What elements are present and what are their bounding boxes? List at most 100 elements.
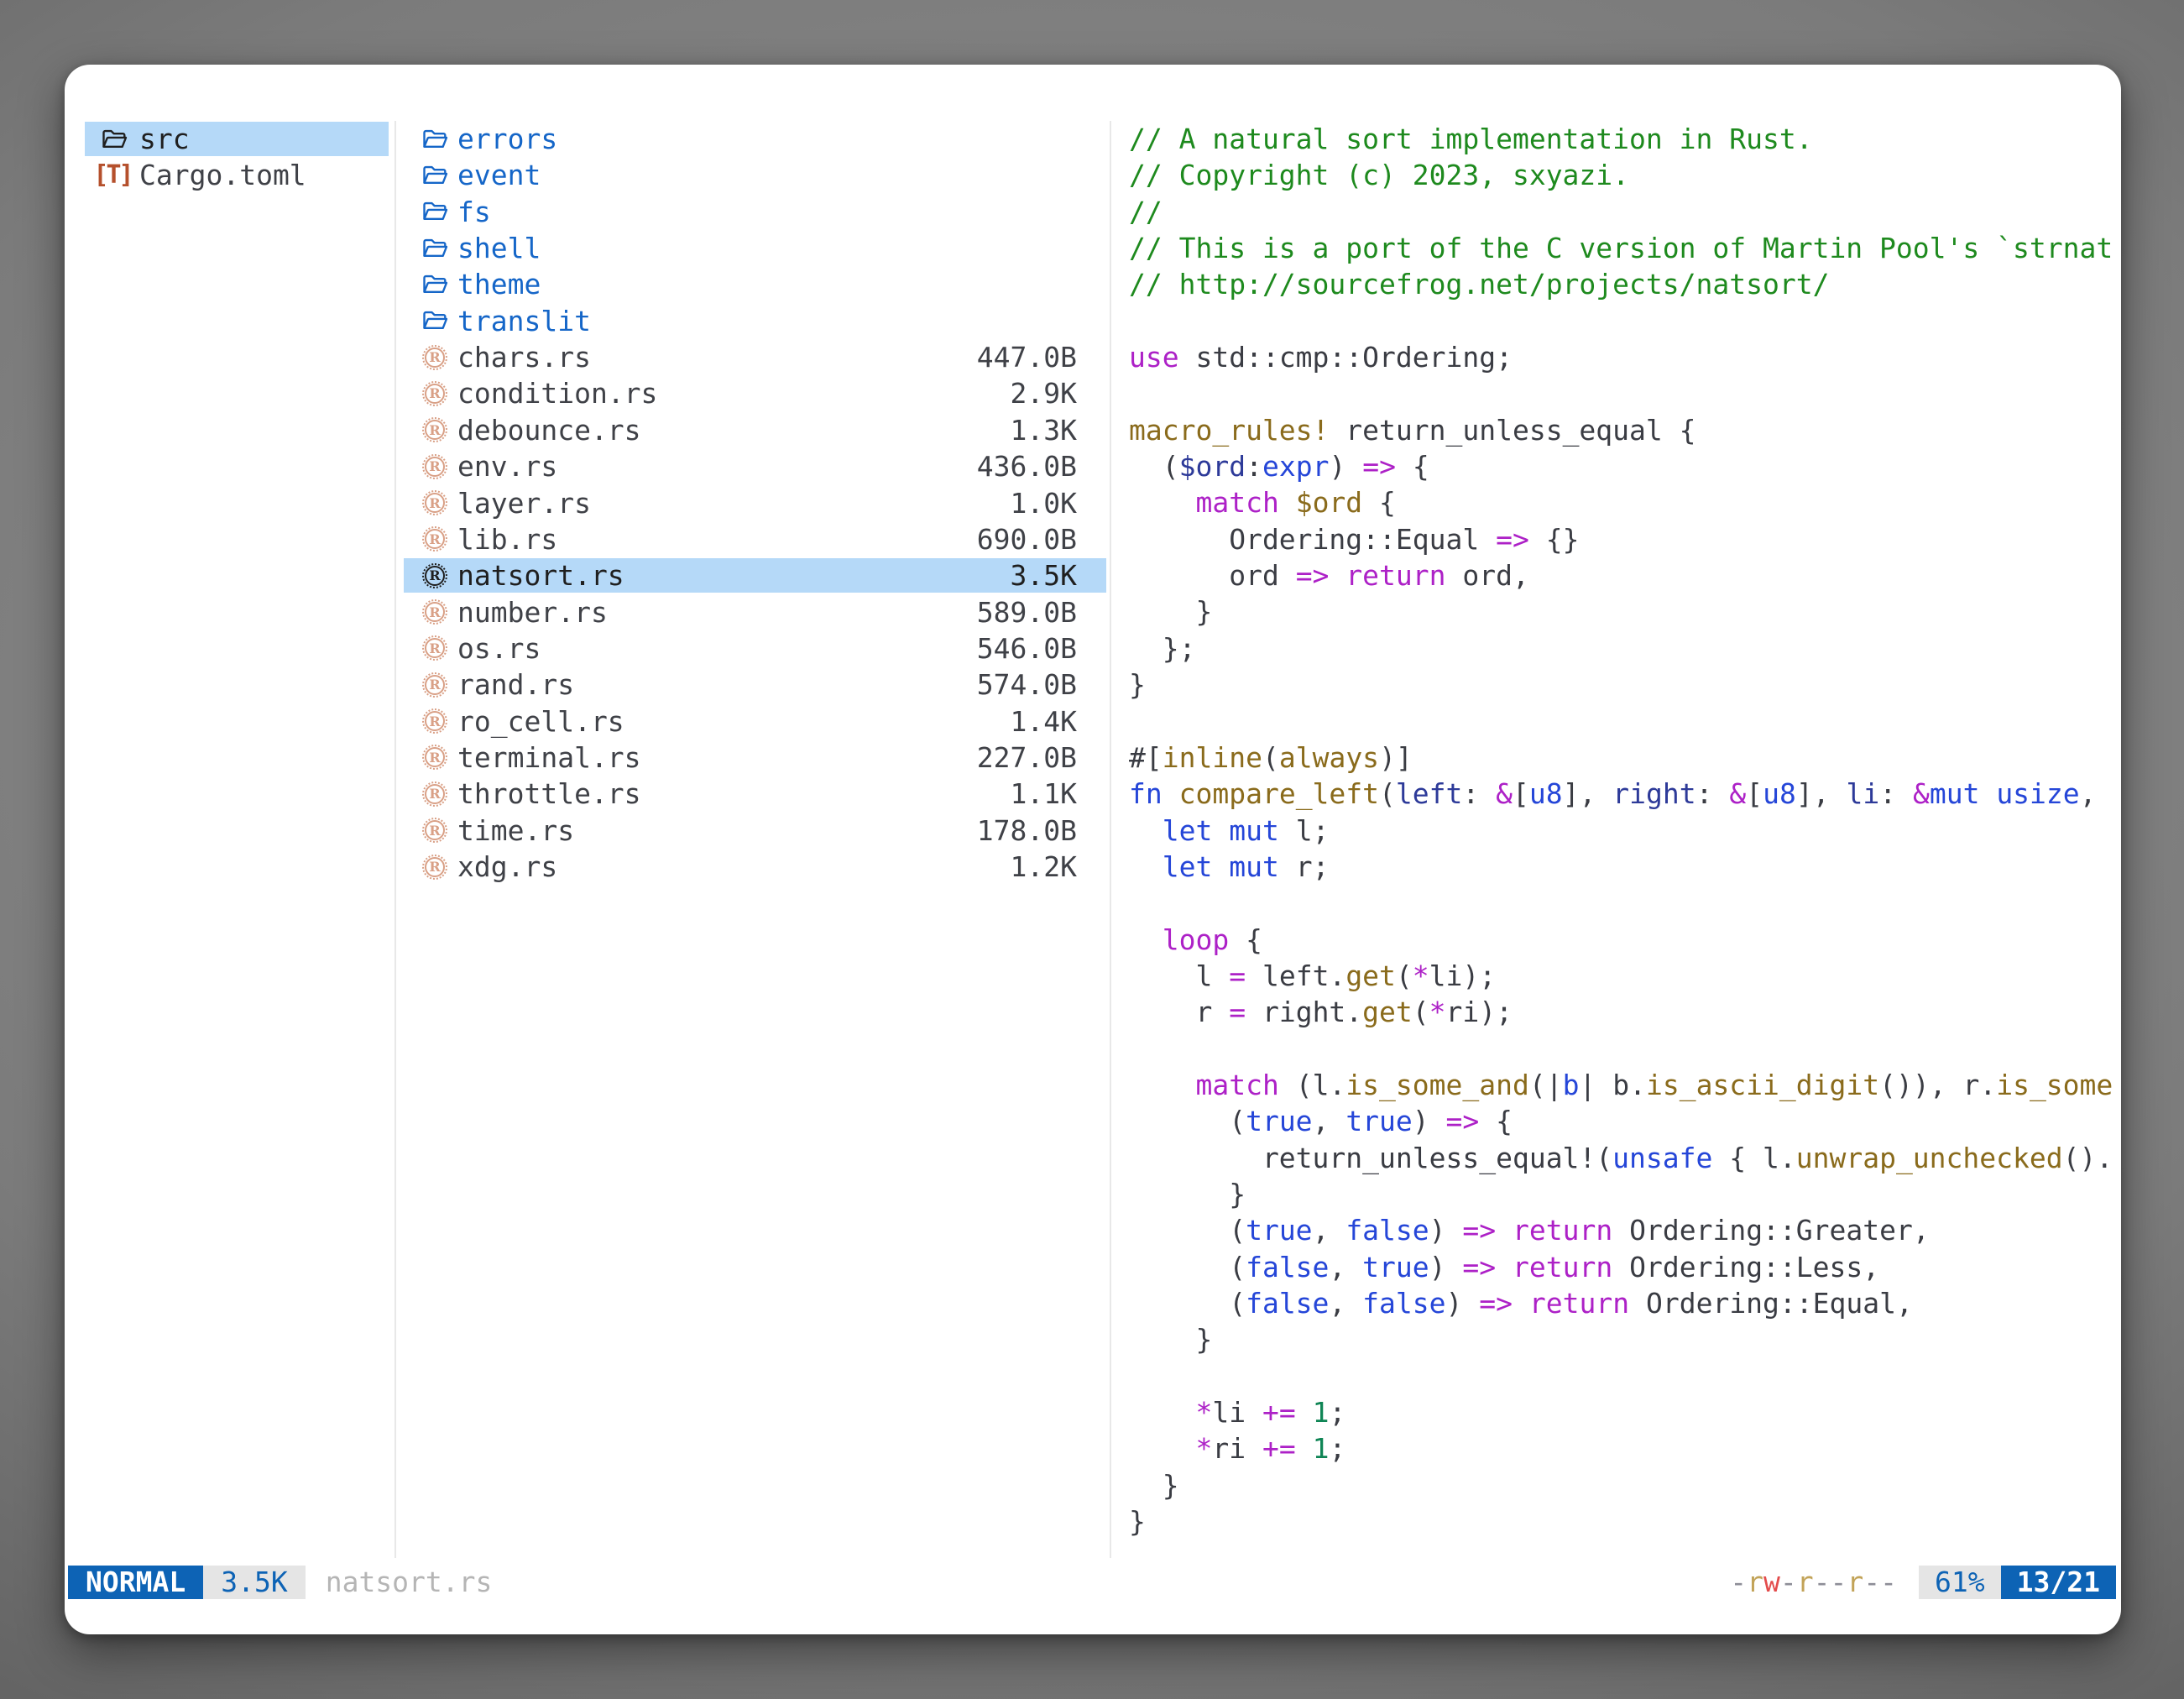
file-size: 1.3K (1011, 413, 1077, 447)
file-row-layer.rs[interactable]: layer.rs1.0K (404, 486, 1106, 520)
preview-pane[interactable]: // A natural sort implementation in Rust… (1129, 121, 2121, 1558)
file-name: condition.rs (457, 376, 657, 410)
code-line (1129, 703, 2121, 740)
file-row-number.rs[interactable]: number.rs 589.0B (404, 595, 1106, 630)
file-name: translit (457, 304, 591, 338)
rust-icon (421, 635, 448, 661)
file-name: env.rs (457, 449, 557, 484)
file-row-debounce.rs[interactable]: debounce.rs 1.3K (404, 413, 1106, 447)
file-row-chars.rs[interactable]: chars.rs 447.0B (404, 340, 1106, 374)
scroll-percent-badge: 61% (1919, 1566, 2001, 1599)
file-size: 447.0B (977, 340, 1077, 374)
code-line (1129, 1358, 2121, 1394)
file-row-xdg.rs[interactable]: xdg.rs1.2K (404, 850, 1106, 884)
rust-icon (421, 562, 448, 589)
parent-pane[interactable]: src[T]Cargo.toml (85, 121, 389, 1558)
file-row-condition.rs[interactable]: condition.rs 2.9K (404, 376, 1106, 410)
rust-icon (421, 489, 448, 516)
file-name: lib.rs (457, 522, 557, 557)
file-size: 3.5K (1011, 558, 1077, 593)
pane-divider (1110, 121, 1111, 1558)
code-line: *li += 1; (1129, 1394, 2121, 1430)
folder-icon (421, 126, 448, 153)
folder-icon (421, 271, 448, 298)
code-line (1129, 1031, 2121, 1067)
code-line (1129, 375, 2121, 411)
file-size: 227.0B (977, 740, 1077, 775)
file-row-ro_cell.rs[interactable]: ro_cell.rs1.4K (404, 704, 1106, 739)
file-row-src[interactable]: src (85, 122, 389, 156)
code-line: match (l.is_some_and(|b| b.is_ascii_digi… (1129, 1067, 2121, 1103)
code-line: use std::cmp::Ordering; (1129, 339, 2121, 375)
file-row-shell[interactable]: shell (404, 231, 1106, 265)
file-name: debounce.rs (457, 413, 641, 447)
code-line: } (1129, 1467, 2121, 1503)
file-row-natsort.rs[interactable]: natsort.rs 3.5K (404, 558, 1106, 593)
file-row-translit[interactable]: translit (404, 304, 1106, 338)
code-line: }; (1129, 630, 2121, 667)
code-line: } (1129, 667, 2121, 703)
file-name: terminal.rs (457, 740, 641, 775)
yazi-window: src[T]Cargo.toml errorseventfsshelltheme… (65, 65, 2121, 1634)
file-row-time.rs[interactable]: time.rs 178.0B (404, 813, 1106, 848)
file-row-terminal.rs[interactable]: terminal.rs 227.0B (404, 740, 1106, 775)
rust-icon (421, 708, 448, 734)
rust-icon (421, 344, 448, 371)
file-row-env.rs[interactable]: env.rs 436.0B (404, 449, 1106, 484)
code-line: } (1129, 1503, 2121, 1540)
code-line: match $ord { (1129, 484, 2121, 520)
status-bar: NORMAL 3.5K natsort.rs -rw-r--r-- 61% 13… (68, 1566, 2116, 1599)
file-name: Cargo.toml (139, 158, 306, 192)
rust-icon (421, 817, 448, 844)
rust-icon (421, 744, 448, 771)
file-row-lib.rs[interactable]: lib.rs690.0B (404, 522, 1106, 557)
file-name: shell (457, 231, 541, 265)
file-size: 574.0B (977, 667, 1077, 702)
code-line: (true, true) => { (1129, 1103, 2121, 1139)
file-name: fs (457, 195, 491, 229)
file-size: 436.0B (977, 449, 1077, 484)
file-name: chars.rs (457, 340, 591, 374)
file-size: 178.0B (977, 813, 1077, 848)
pane-divider (394, 121, 396, 1558)
code-line: // (1129, 194, 2121, 230)
file-size: 1.4K (1011, 704, 1077, 739)
file-row-throttle.rs[interactable]: throttle.rs1.1K (404, 776, 1106, 811)
cursor-position-badge: 13/21 (2001, 1566, 2116, 1599)
file-row-event[interactable]: event (404, 158, 1106, 192)
file-row-Cargo.toml[interactable]: [T]Cargo.toml (85, 158, 389, 192)
file-name: time.rs (457, 813, 574, 848)
code-line: #[inline(always)] (1129, 740, 2121, 776)
file-size: 589.0B (977, 595, 1077, 630)
code-line: fn compare_left(left: &[u8], right: &[u8… (1129, 776, 2121, 812)
rust-icon (421, 416, 448, 443)
code-line: ord => return ord, (1129, 557, 2121, 593)
current-pane[interactable]: errorseventfsshellthemetranslitchars.rs 4… (404, 121, 1106, 1558)
code-line: (true, false) => return Ordering::Greate… (1129, 1212, 2121, 1248)
code-line (1129, 303, 2121, 339)
file-size: 2.9K (1011, 376, 1077, 410)
file-row-os.rs[interactable]: os.rs546.0B (404, 631, 1106, 666)
code-line: *ri += 1; (1129, 1430, 2121, 1466)
file-row-theme[interactable]: theme (404, 267, 1106, 301)
file-name: src (139, 122, 190, 156)
code-line: } (1129, 593, 2121, 630)
file-row-rand.rs[interactable]: rand.rs574.0B (404, 667, 1106, 702)
file-name: number.rs (457, 595, 608, 630)
code-line: Ordering::Equal => {} (1129, 521, 2121, 557)
file-size: 546.0B (977, 631, 1077, 666)
file-name: natsort.rs (457, 558, 624, 593)
status-filename: natsort.rs (326, 1566, 493, 1599)
code-line: (false, false) => return Ordering::Equal… (1129, 1285, 2121, 1321)
code-line: } (1129, 1321, 2121, 1357)
code-line: return_unless_equal!(unsafe { l.unwrap_u… (1129, 1140, 2121, 1176)
code-line: // This is a port of the C version of Ma… (1129, 230, 2121, 266)
file-row-errors[interactable]: errors (404, 122, 1106, 156)
file-row-fs[interactable]: fs (404, 195, 1106, 229)
code-line: l = left.get(*li); (1129, 958, 2121, 994)
code-line: } (1129, 1176, 2121, 1212)
file-name: theme (457, 267, 541, 301)
folder-icon (421, 198, 448, 225)
code-line: let mut l; (1129, 813, 2121, 849)
folder-icon (421, 235, 448, 262)
